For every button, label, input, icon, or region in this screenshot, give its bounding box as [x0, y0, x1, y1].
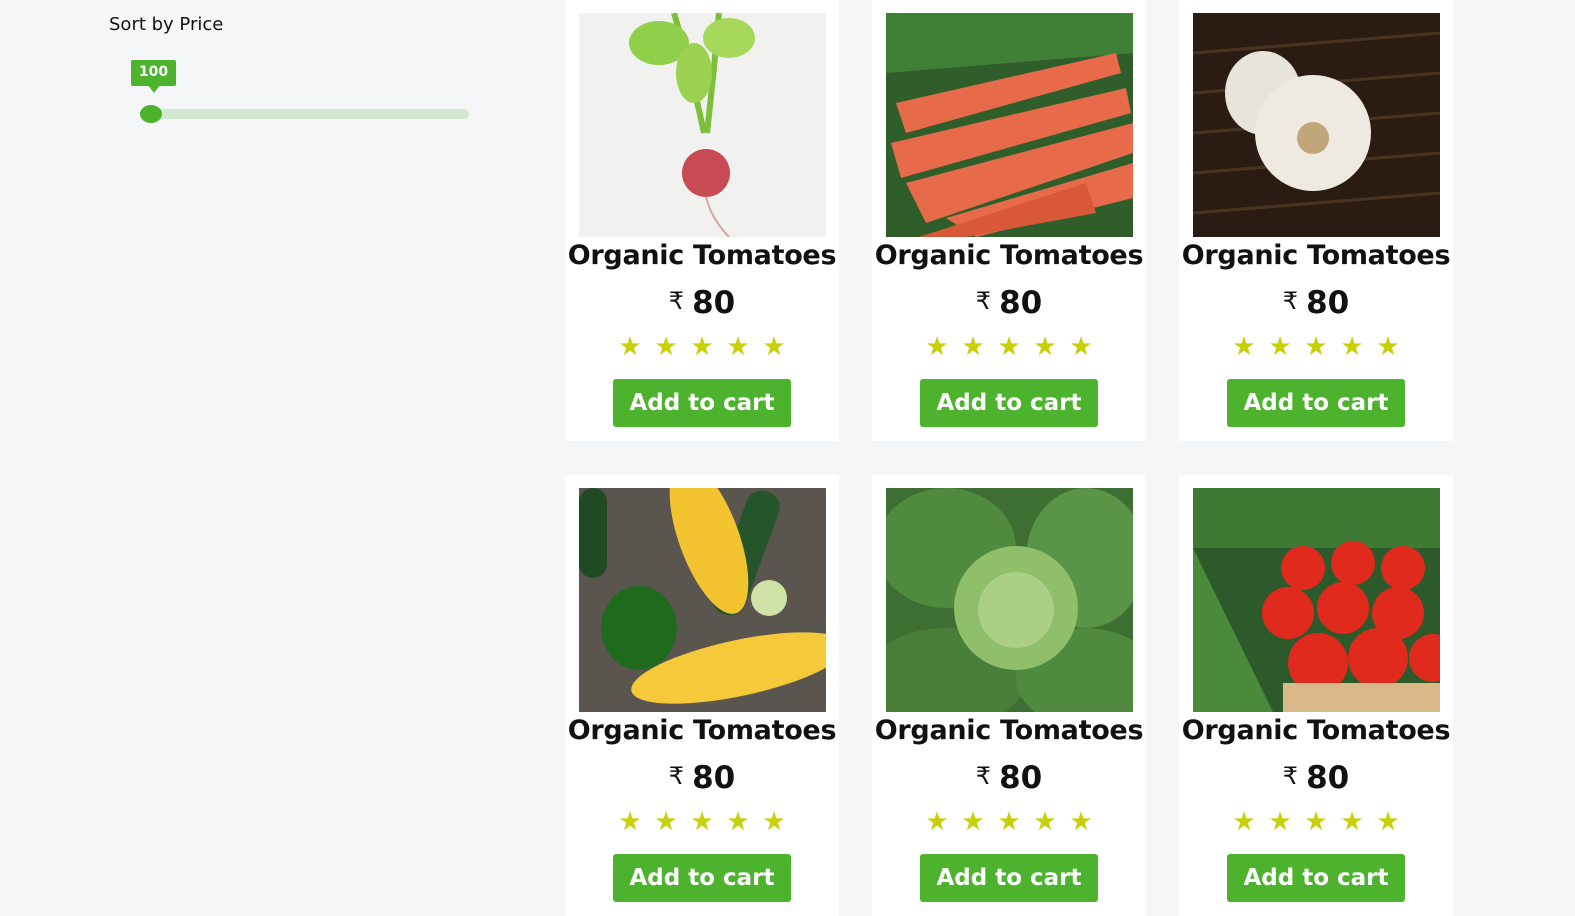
product-image[interactable] [1193, 13, 1440, 237]
rating-stars: ★ ★ ★ ★ ★ [1179, 806, 1453, 837]
add-to-cart-button[interactable]: Add to cart [920, 854, 1098, 902]
star-icon: ★ [1232, 806, 1256, 836]
rating-stars: ★ ★ ★ ★ ★ [565, 806, 839, 837]
price-value: 80 [692, 285, 736, 321]
product-image[interactable] [1193, 488, 1440, 712]
product-image[interactable] [579, 488, 826, 712]
star-icon: ★ [1033, 806, 1057, 836]
star-icon: ★ [997, 331, 1021, 361]
cabbage-image [886, 488, 1133, 712]
rupee-icon: ₹ [975, 287, 992, 315]
product-card: Organic Tomatoes ₹80 ★ ★ ★ ★ ★ Add to cart [872, 0, 1146, 441]
star-icon: ★ [1232, 331, 1256, 361]
star-icon: ★ [654, 331, 678, 361]
product-name[interactable]: Organic Tomatoes [872, 715, 1146, 746]
product-price: ₹80 [1179, 760, 1453, 796]
star-icon: ★ [690, 331, 714, 361]
garlic-image [1193, 13, 1440, 237]
price-slider-handle[interactable] [139, 105, 162, 123]
product-price: ₹80 [565, 285, 839, 321]
product-card: Organic Tomatoes ₹80 ★ ★ ★ ★ ★ Add to cart [565, 475, 839, 916]
rating-stars: ★ ★ ★ ★ ★ [565, 331, 839, 362]
star-icon: ★ [961, 331, 985, 361]
product-name[interactable]: Organic Tomatoes [565, 715, 839, 746]
star-icon: ★ [618, 806, 642, 836]
star-icon: ★ [1304, 331, 1328, 361]
add-to-cart-button[interactable]: Add to cart [613, 854, 791, 902]
star-icon: ★ [1304, 806, 1328, 836]
corn-image [579, 488, 826, 712]
product-name[interactable]: Organic Tomatoes [1179, 240, 1453, 271]
product-name[interactable]: Organic Tomatoes [1179, 715, 1453, 746]
rating-stars: ★ ★ ★ ★ ★ [872, 331, 1146, 362]
rating-stars: ★ ★ ★ ★ ★ [1179, 331, 1453, 362]
rupee-icon: ₹ [668, 762, 685, 790]
rupee-icon: ₹ [975, 762, 992, 790]
star-icon: ★ [726, 806, 750, 836]
add-to-cart-button[interactable]: Add to cart [613, 379, 791, 427]
rupee-icon: ₹ [668, 287, 685, 315]
star-icon: ★ [1033, 331, 1057, 361]
star-icon: ★ [997, 806, 1021, 836]
price-slider[interactable] [139, 105, 470, 123]
star-icon: ★ [1069, 331, 1093, 361]
price-slider-tooltip: 100 [131, 60, 176, 93]
star-icon: ★ [690, 806, 714, 836]
add-to-cart-button[interactable]: Add to cart [1227, 854, 1405, 902]
product-name[interactable]: Organic Tomatoes [872, 240, 1146, 271]
product-image[interactable] [886, 488, 1133, 712]
add-to-cart-button[interactable]: Add to cart [1227, 379, 1405, 427]
price-value: 80 [1306, 760, 1350, 796]
star-icon: ★ [762, 331, 786, 361]
star-icon: ★ [726, 331, 750, 361]
star-icon: ★ [654, 806, 678, 836]
product-image[interactable] [579, 13, 826, 237]
product-price: ₹80 [872, 285, 1146, 321]
product-card: Organic Tomatoes ₹80 ★ ★ ★ ★ ★ Add to cart [1179, 475, 1453, 916]
price-value: 80 [999, 760, 1043, 796]
star-icon: ★ [1376, 806, 1400, 836]
star-icon: ★ [618, 331, 642, 361]
carrots-image [886, 13, 1133, 237]
rating-stars: ★ ★ ★ ★ ★ [872, 806, 1146, 837]
tomatoes-image [1193, 488, 1440, 712]
product-price: ₹80 [565, 760, 839, 796]
price-value: 80 [692, 760, 736, 796]
rupee-icon: ₹ [1282, 287, 1299, 315]
price-value: 80 [999, 285, 1043, 321]
product-card: Organic Tomatoes ₹80 ★ ★ ★ ★ ★ Add to cart [565, 0, 839, 441]
star-icon: ★ [1340, 806, 1364, 836]
star-icon: ★ [1069, 806, 1093, 836]
product-price: ₹80 [872, 760, 1146, 796]
product-card: Organic Tomatoes ₹80 ★ ★ ★ ★ ★ Add to cart [1179, 0, 1453, 441]
product-image[interactable] [886, 13, 1133, 237]
star-icon: ★ [1268, 331, 1292, 361]
star-icon: ★ [961, 806, 985, 836]
price-slider-track[interactable] [140, 109, 469, 119]
price-value: 80 [1306, 285, 1350, 321]
product-card: Organic Tomatoes ₹80 ★ ★ ★ ★ ★ Add to cart [872, 475, 1146, 916]
filter-panel: Sort by Price 100 [0, 0, 540, 911]
star-icon: ★ [762, 806, 786, 836]
product-price: ₹80 [1179, 285, 1453, 321]
rupee-icon: ₹ [1282, 762, 1299, 790]
star-icon: ★ [1376, 331, 1400, 361]
star-icon: ★ [925, 806, 949, 836]
star-icon: ★ [1268, 806, 1292, 836]
sort-by-price-label: Sort by Price [109, 14, 224, 35]
star-icon: ★ [1340, 331, 1364, 361]
product-name[interactable]: Organic Tomatoes [565, 240, 839, 271]
radish-image [579, 13, 826, 237]
add-to-cart-button[interactable]: Add to cart [920, 379, 1098, 427]
star-icon: ★ [925, 331, 949, 361]
